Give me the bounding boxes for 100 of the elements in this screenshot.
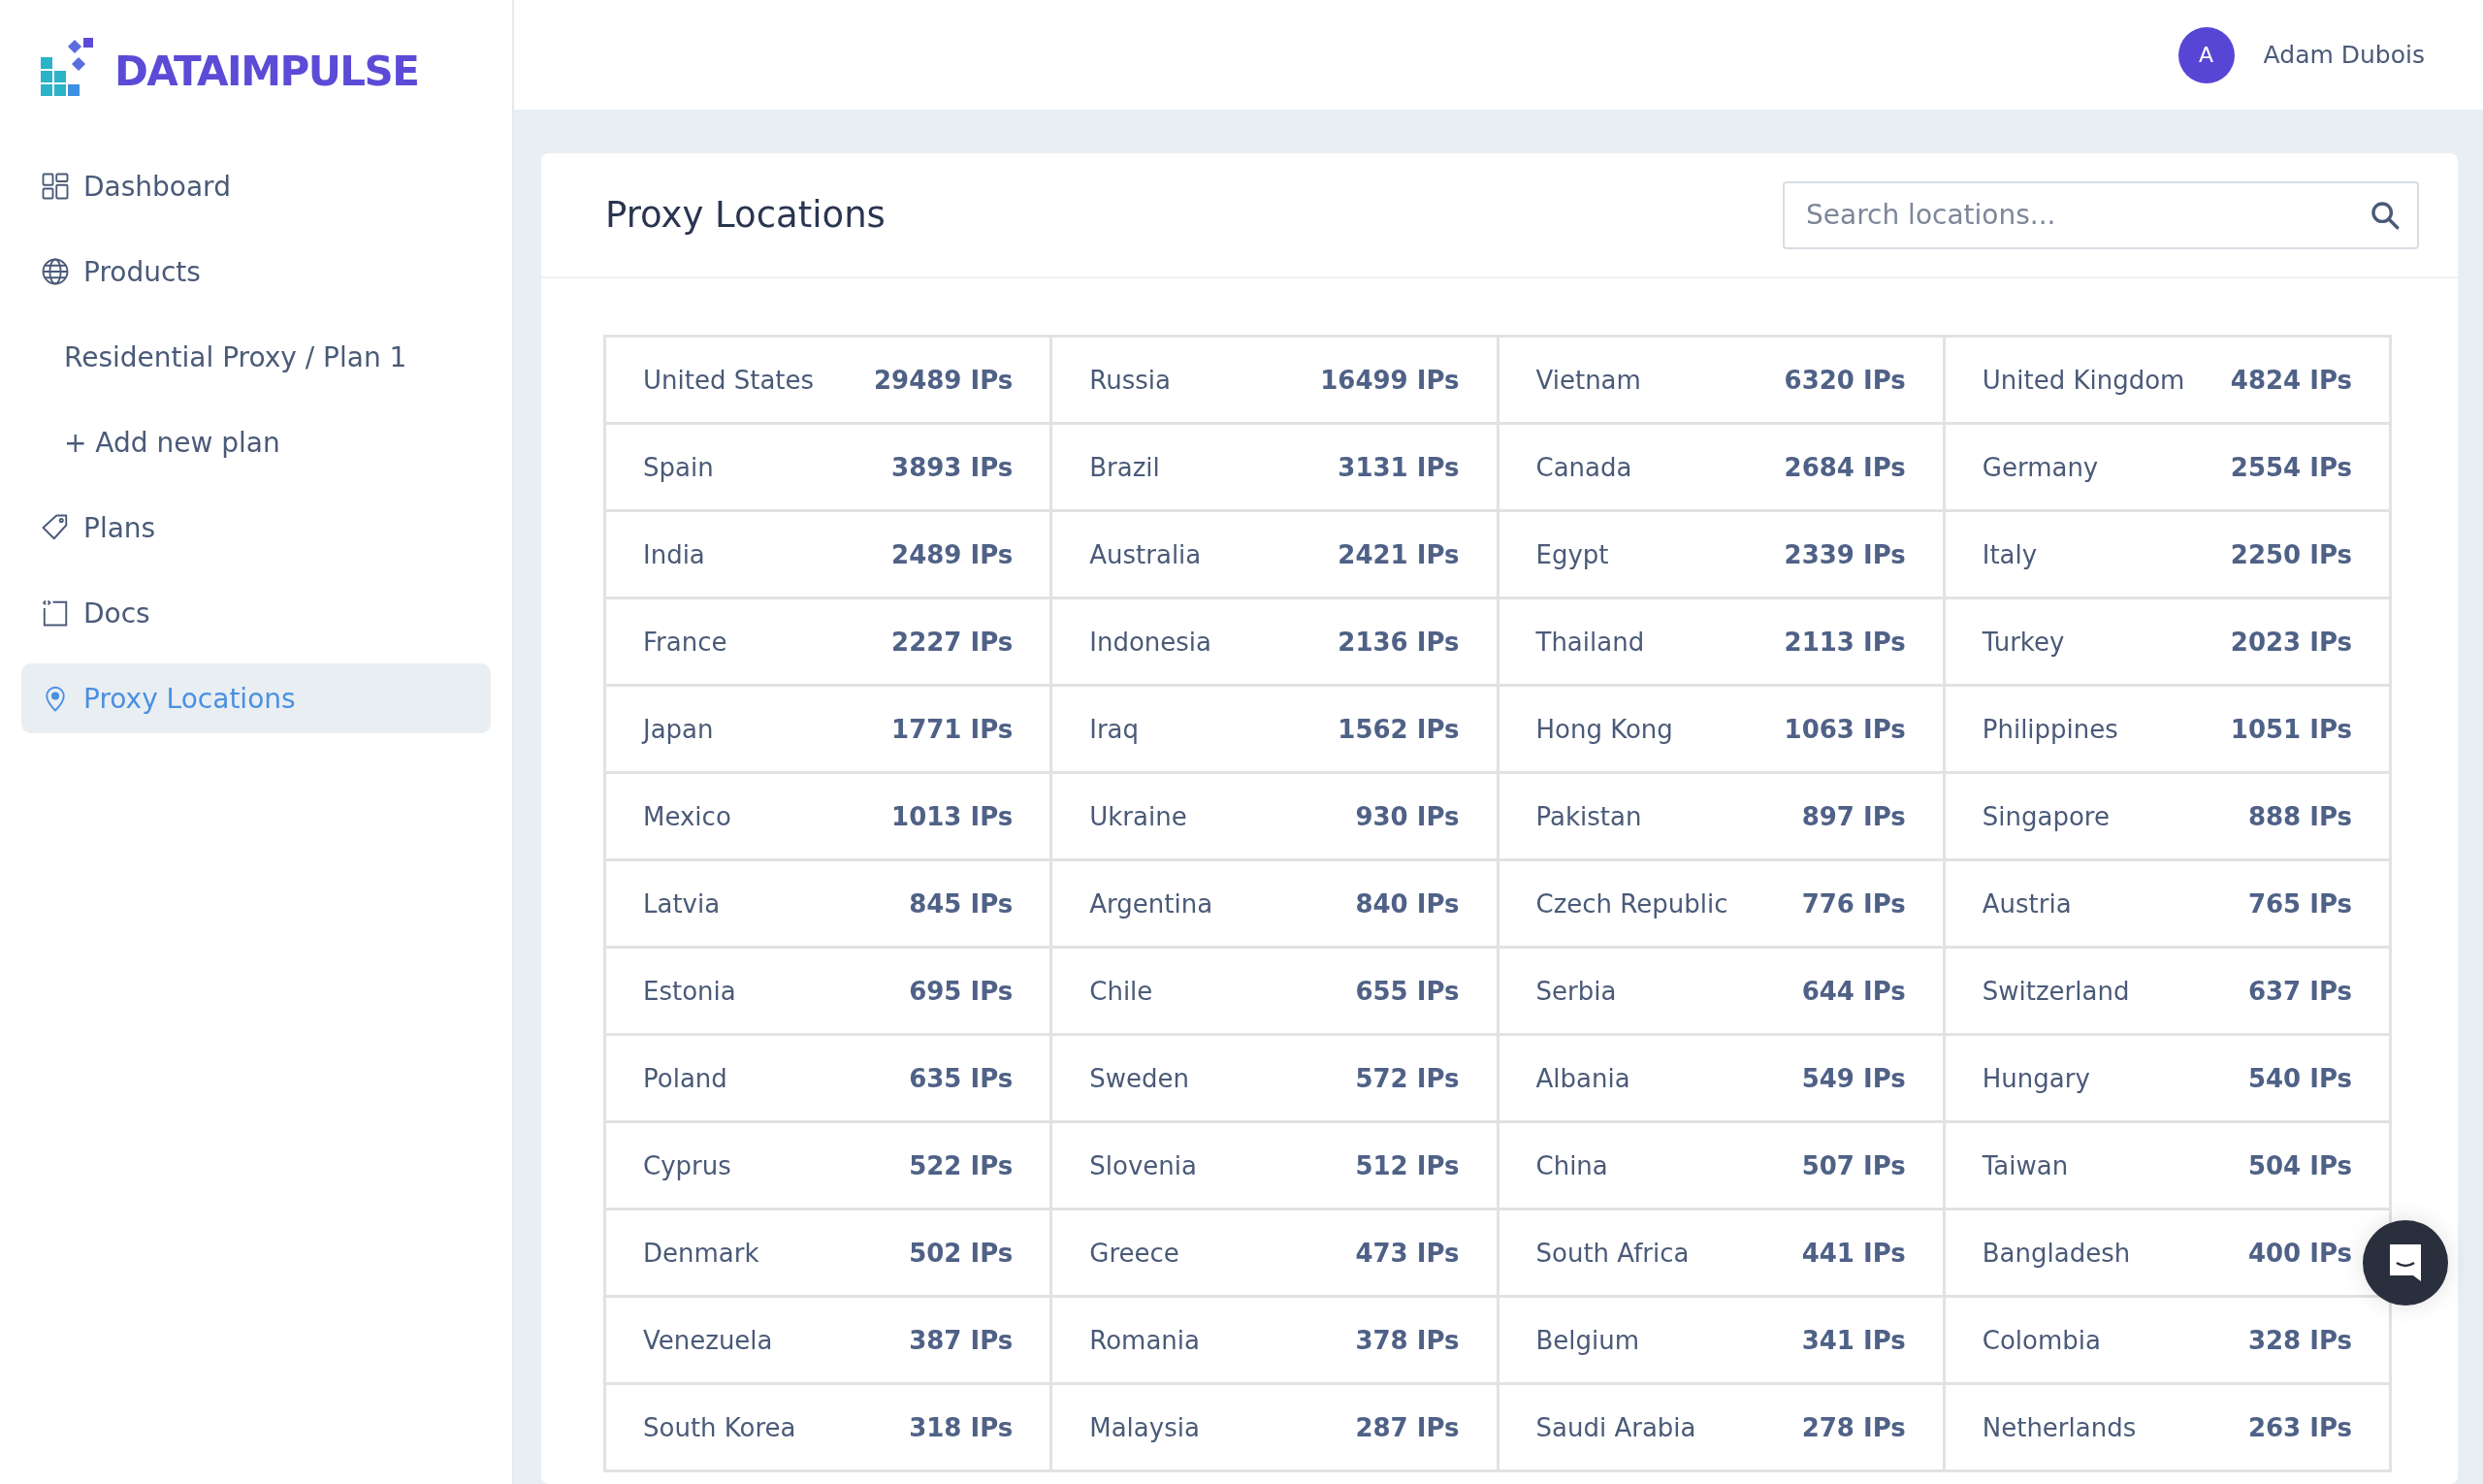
sidebar-item[interactable]: Products <box>21 237 491 306</box>
country-name: Cyprus <box>643 1150 731 1180</box>
country-name: Sweden <box>1089 1063 1189 1093</box>
country-name: Indonesia <box>1089 627 1211 657</box>
ip-count: 522 IPs <box>909 1150 1014 1180</box>
country-name: Germany <box>1982 452 2099 482</box>
ip-count: 635 IPs <box>909 1063 1014 1093</box>
ip-count: 765 IPs <box>2247 888 2352 919</box>
ip-count: 2684 IPs <box>1784 452 1906 482</box>
country-name: Vietnam <box>1535 365 1641 395</box>
country-name: Denmark <box>643 1238 759 1268</box>
sidebar-item[interactable]: Docs <box>21 578 491 648</box>
country-name: Slovenia <box>1089 1150 1197 1180</box>
country-name: Egypt <box>1535 539 1609 569</box>
tag-icon <box>41 513 70 542</box>
country-name: Colombia <box>1982 1325 2101 1355</box>
ip-count: 2489 IPs <box>891 539 1014 569</box>
country-name: Mexico <box>643 801 731 831</box>
country-name: Japan <box>643 714 714 744</box>
user-name[interactable]: Adam Dubois <box>2263 41 2425 69</box>
ip-count: 318 IPs <box>909 1412 1014 1442</box>
dashboard-grid-icon <box>41 172 70 201</box>
ip-count: 930 IPs <box>1355 801 1460 831</box>
country-name: Poland <box>643 1063 727 1093</box>
country-name: Brazil <box>1089 452 1160 482</box>
ip-count: 4824 IPs <box>2230 365 2352 395</box>
ip-count: 549 IPs <box>1801 1063 1906 1093</box>
ip-count: 2339 IPs <box>1784 539 1906 569</box>
country-name: Thailand <box>1535 627 1645 657</box>
country-name: Latvia <box>643 888 721 919</box>
ip-count: 1063 IPs <box>1784 714 1906 744</box>
ip-count: 1013 IPs <box>891 801 1014 831</box>
country-name: Singapore <box>1982 801 2110 831</box>
country-name: Czech Republic <box>1535 888 1728 919</box>
country-name: Netherlands <box>1982 1412 2137 1442</box>
country-name: Malaysia <box>1089 1412 1200 1442</box>
sidebar-subitem[interactable]: Residential Proxy / Plan 1 <box>21 322 491 392</box>
ip-count: 2250 IPs <box>2230 539 2352 569</box>
country-name: Iraq <box>1089 714 1140 744</box>
country-name: South Africa <box>1535 1238 1690 1268</box>
document-icon <box>41 598 70 628</box>
country-name: Switzerland <box>1982 976 2130 1006</box>
country-name: Russia <box>1089 365 1171 395</box>
ip-count: 1771 IPs <box>891 714 1014 744</box>
sidebar-item[interactable]: Plans <box>21 493 491 563</box>
country-name: Italy <box>1982 539 2038 569</box>
ip-count: 341 IPs <box>1801 1325 1906 1355</box>
ip-count: 507 IPs <box>1801 1150 1906 1180</box>
country-name: United States <box>643 365 815 395</box>
country-name: Estonia <box>643 976 736 1006</box>
ip-count: 473 IPs <box>1355 1238 1460 1268</box>
ip-count: 504 IPs <box>2247 1150 2352 1180</box>
ip-count: 897 IPs <box>1801 801 1906 831</box>
country-name: Saudi Arabia <box>1535 1412 1696 1442</box>
ip-count: 6320 IPs <box>1784 365 1906 395</box>
ip-count: 644 IPs <box>1801 976 1906 1006</box>
country-name: Greece <box>1089 1238 1179 1268</box>
country-name: Hungary <box>1982 1063 2090 1093</box>
country-name: Albania <box>1535 1063 1630 1093</box>
ip-count: 400 IPs <box>2247 1238 2352 1268</box>
country-name: Hong Kong <box>1535 714 1673 744</box>
country-name: Austria <box>1982 888 2072 919</box>
country-name: Chile <box>1089 976 1153 1006</box>
country-name: Philippines <box>1982 714 2118 744</box>
country-name: Bangladesh <box>1982 1238 2131 1268</box>
country-name: Spain <box>643 452 714 482</box>
ip-count: 655 IPs <box>1355 976 1460 1006</box>
ip-count: 287 IPs <box>1355 1412 1460 1442</box>
country-name: China <box>1535 1150 1608 1180</box>
ip-count: 695 IPs <box>909 976 1014 1006</box>
country-name: Australia <box>1089 539 1202 569</box>
ip-count: 2554 IPs <box>2230 452 2352 482</box>
globe-icon <box>41 257 70 286</box>
country-name: India <box>643 539 705 569</box>
ip-count: 540 IPs <box>2247 1063 2352 1093</box>
ip-count: 888 IPs <box>2247 801 2352 831</box>
country-name: Belgium <box>1535 1325 1640 1355</box>
user-avatar[interactable]: A <box>2177 26 2235 83</box>
ip-count: 16499 IPs <box>1320 365 1460 395</box>
country-name: Pakistan <box>1535 801 1642 831</box>
page-title: Proxy Locations <box>605 194 886 236</box>
ip-count: 2113 IPs <box>1784 627 1906 657</box>
sidebar-subitem[interactable]: + Add new plan <box>21 407 491 477</box>
ip-count: 328 IPs <box>2247 1325 2352 1355</box>
ip-count: 29489 IPs <box>874 365 1014 395</box>
country-name: South Korea <box>643 1412 796 1442</box>
country-name: Serbia <box>1535 976 1617 1006</box>
ip-count: 1562 IPs <box>1338 714 1460 744</box>
ip-count: 2136 IPs <box>1338 627 1460 657</box>
search-field[interactable]: Search locations... <box>1783 180 2419 249</box>
ip-count: 512 IPs <box>1355 1150 1460 1180</box>
sidebar-item[interactable]: Dashboard <box>21 151 491 221</box>
country-name: Romania <box>1089 1325 1200 1355</box>
ip-count: 502 IPs <box>909 1238 1014 1268</box>
ip-count: 2421 IPs <box>1338 539 1460 569</box>
ip-count: 2023 IPs <box>2230 627 2352 657</box>
ip-count: 2227 IPs <box>891 627 1014 657</box>
country-name: Canada <box>1535 452 1632 482</box>
ip-count: 3131 IPs <box>1338 452 1460 482</box>
ip-count: 378 IPs <box>1355 1325 1460 1355</box>
